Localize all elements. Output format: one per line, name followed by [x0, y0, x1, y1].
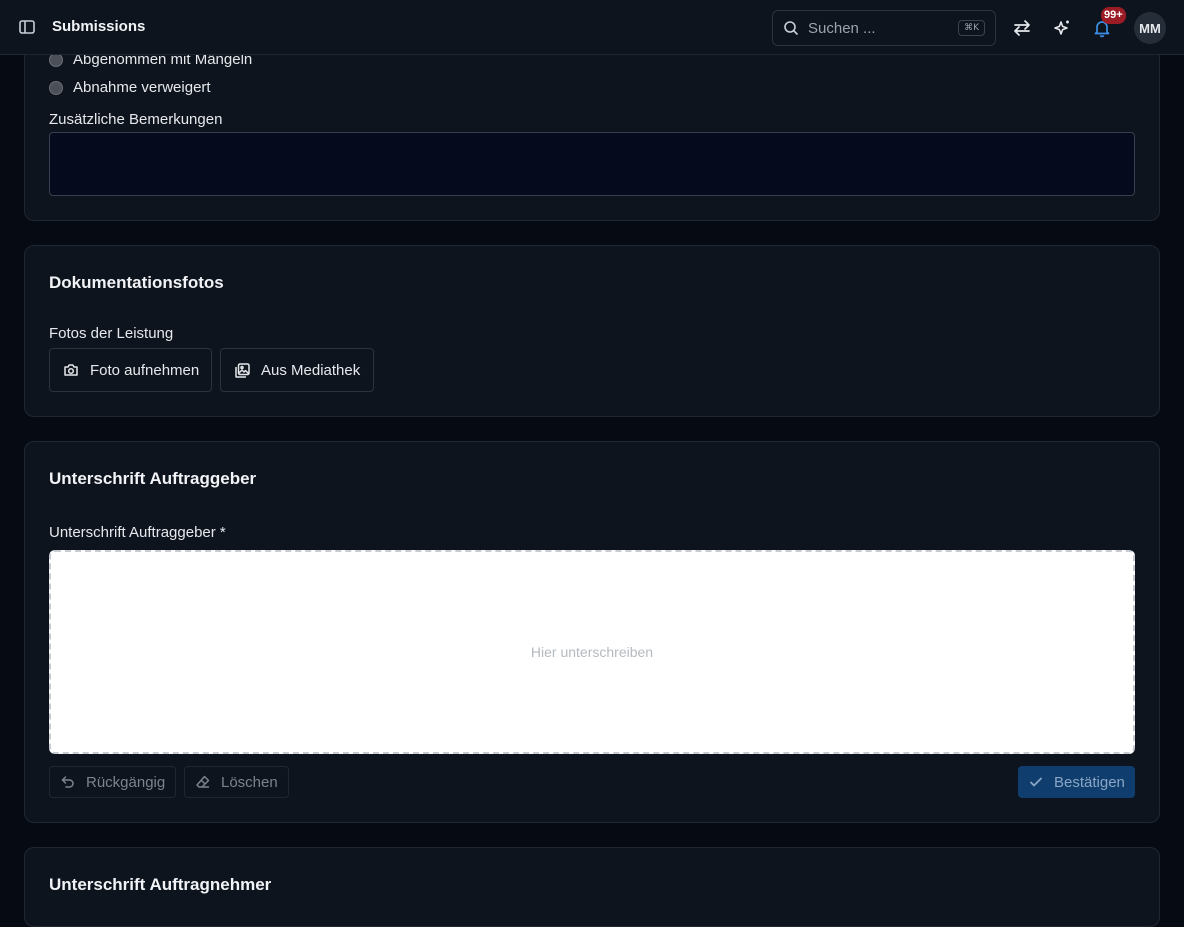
sidebar-toggle-icon[interactable] — [16, 16, 38, 38]
signature-placeholder: Hier unterschreiben — [530, 644, 654, 660]
client-signature-field-label: Unterschrift Auftraggeber * — [49, 524, 226, 541]
media-library-label: Aus Mediathek — [261, 361, 361, 379]
images-icon — [233, 361, 251, 379]
confirm-label: Bestätigen — [1054, 773, 1125, 791]
photos-section-title: Dokumentationsfotos — [49, 273, 224, 292]
sparkles-icon[interactable] — [1050, 16, 1074, 40]
clear-label: Löschen — [221, 773, 278, 791]
client-signature-title: Unterschrift Auftraggeber — [49, 469, 257, 488]
clear-button[interactable]: Löschen — [184, 766, 289, 798]
undo-icon — [60, 774, 76, 790]
photos-field-label: Fotos der Leistung — [49, 325, 174, 342]
radio-label: Abnahme verweigert — [73, 79, 211, 96]
search-icon — [783, 20, 799, 41]
page-title: Submissions — [52, 18, 146, 35]
signature-pad[interactable]: Hier unterschreiben — [49, 550, 1135, 754]
undo-label: Rückgängig — [86, 773, 166, 791]
contractor-signature-title: Unterschrift Auftragnehmer — [49, 875, 272, 894]
check-icon — [1028, 774, 1044, 790]
switch-arrows-icon[interactable] — [1010, 16, 1034, 40]
eraser-icon — [195, 774, 211, 790]
search-shortcut: ⌘K — [958, 20, 985, 36]
take-photo-button[interactable]: Foto aufnehmen — [49, 348, 212, 392]
avatar[interactable]: MM — [1134, 12, 1166, 44]
search-input[interactable]: Suchen ... ⌘K — [772, 10, 996, 46]
media-library-button[interactable]: Aus Mediathek — [220, 348, 374, 392]
radio-acceptance-refused[interactable]: Abnahme verweigert — [49, 79, 211, 96]
take-photo-label: Foto aufnehmen — [90, 361, 200, 379]
notification-badge: 99+ — [1101, 7, 1126, 24]
search-placeholder: Suchen ... — [808, 20, 876, 37]
camera-icon — [62, 361, 80, 379]
remarks-textarea[interactable] — [49, 132, 1135, 196]
confirm-button[interactable]: Bestätigen — [1018, 766, 1135, 798]
remarks-label: Zusätzliche Bemerkungen — [49, 111, 223, 128]
radio-button[interactable] — [49, 80, 63, 95]
undo-button[interactable]: Rückgängig — [49, 766, 176, 798]
top-bar: Submissions Suchen ... ⌘K 99+ MM — [0, 0, 1184, 55]
